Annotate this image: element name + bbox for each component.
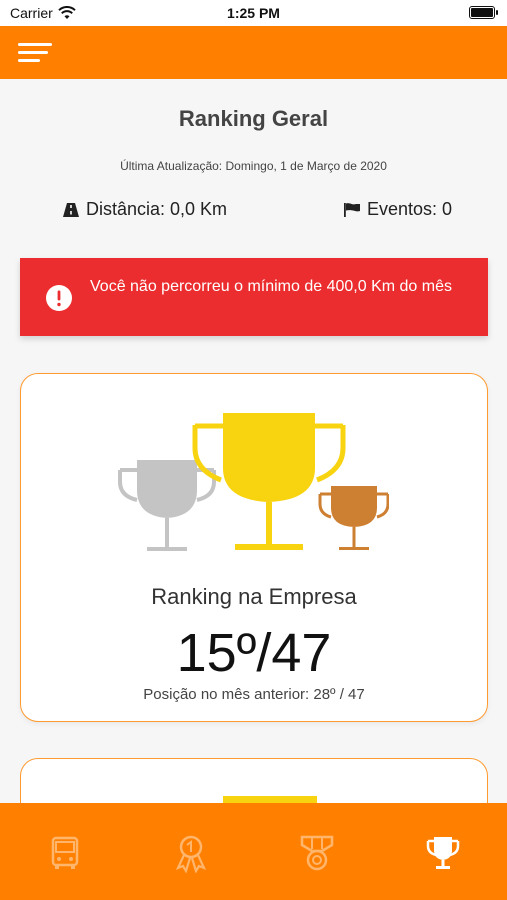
hamburger-icon-line xyxy=(18,51,48,54)
tab-medals[interactable] xyxy=(297,833,337,873)
alert-message: Você não percorreu o mínimo de 400,0 Km … xyxy=(90,278,452,295)
trophies-illustration xyxy=(118,413,389,551)
events-stat: Eventos: 0 xyxy=(343,199,452,220)
events-label: Eventos: 0 xyxy=(366,199,452,219)
distance-stat: Distância: 0,0 Km xyxy=(62,199,227,220)
last-update-text: Última Atualização: Domingo, 1 de Março … xyxy=(120,159,387,173)
award-ribbon-icon xyxy=(175,835,207,874)
ranking-card-title: Ranking na Empresa xyxy=(151,584,357,609)
hamburger-icon xyxy=(18,43,52,46)
medal-icon xyxy=(300,835,334,871)
status-bar: Carrier 1:25 PM xyxy=(0,0,507,26)
company-ranking-card: Ranking na Empresa 15º/47 Posição no mês… xyxy=(20,373,488,722)
bus-icon xyxy=(51,836,79,869)
bottom-tab-bar xyxy=(0,803,507,900)
status-time: 1:25 PM xyxy=(227,5,280,21)
exclamation-circle-icon xyxy=(46,285,72,311)
tab-bus[interactable] xyxy=(45,833,85,873)
battery-icon xyxy=(469,6,498,19)
flag-icon xyxy=(343,202,360,217)
road-icon xyxy=(63,202,79,217)
app-header xyxy=(0,26,507,79)
silver-trophy-icon xyxy=(118,460,216,551)
tab-ranking[interactable] xyxy=(423,833,463,873)
bronze-trophy-icon xyxy=(318,486,389,550)
distance-label: Distância: 0,0 Km xyxy=(86,199,228,219)
trophy-icon xyxy=(426,837,460,869)
hamburger-icon-line xyxy=(18,59,40,62)
minimum-distance-alert: Você não percorreu o mínimo de 400,0 Km … xyxy=(20,258,488,336)
page-title: Ranking Geral xyxy=(178,106,329,131)
gold-trophy-icon xyxy=(192,413,346,550)
ranking-position: 15º/47 xyxy=(176,623,332,683)
hamburger-menu-button[interactable] xyxy=(18,41,52,65)
tab-awards[interactable] xyxy=(171,833,211,874)
previous-month-position: Posição no mês anterior: 28º / 47 xyxy=(143,686,365,703)
